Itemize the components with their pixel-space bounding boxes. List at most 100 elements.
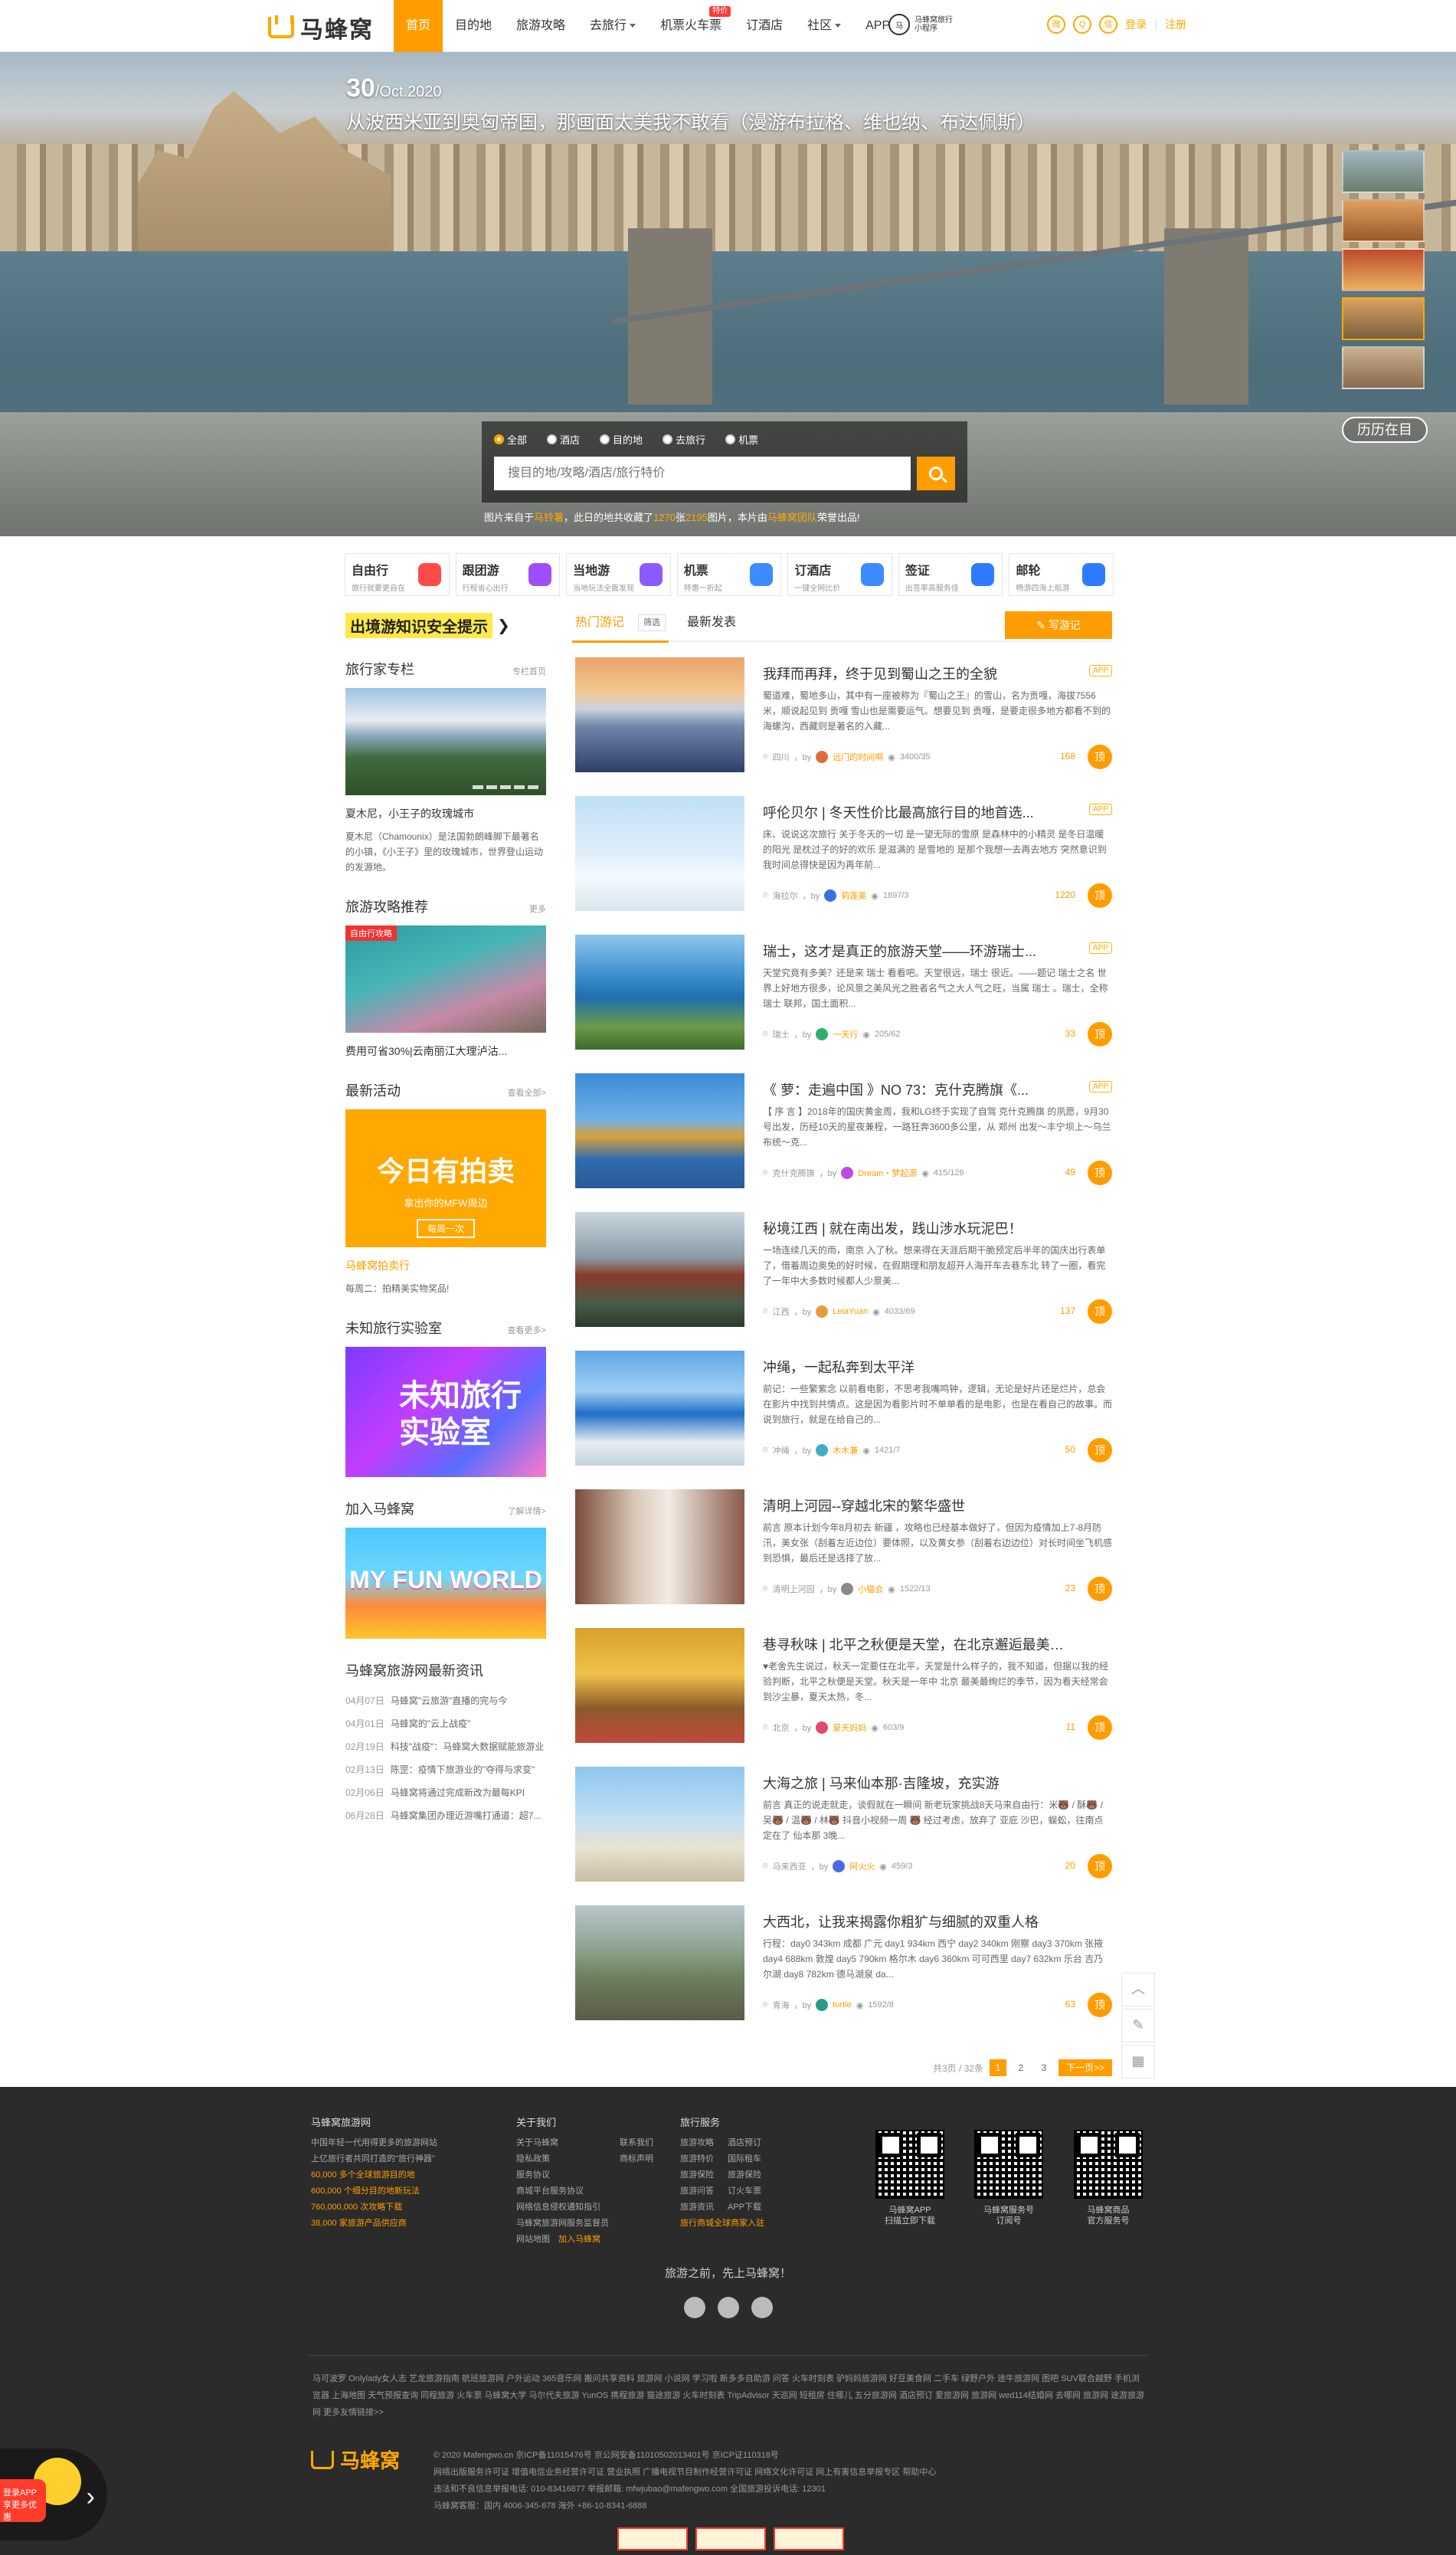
post-location[interactable]: 江西 (773, 1305, 790, 1318)
post-item[interactable]: 秘境江西 | 就在南出发，践山涉水玩泥巴！ 一场连续几天的雨，南京 入了秋。想来得… (575, 1212, 1112, 1351)
post-title[interactable]: 巷寻秋味 | 北平之秋便是天堂，在北京邂逅最美的... (763, 1634, 1069, 1654)
footer-link[interactable]: APP下载 (728, 2200, 761, 2216)
post-title[interactable]: 清明上河园--穿越北宋的繁华盛世 (763, 1495, 1069, 1515)
banner-thumbnail[interactable] (1342, 248, 1425, 291)
banner-thumbnail[interactable] (1342, 346, 1425, 389)
footer-link[interactable]: 关于马蜂窝 (516, 2135, 609, 2151)
post-author[interactable]: LeiaYuan (833, 1307, 868, 1316)
post-author[interactable]: 木木兼 (833, 1444, 858, 1456)
nav-travel[interactable]: 去旅行 (577, 0, 648, 52)
avatar[interactable] (816, 1721, 829, 1734)
post-author[interactable]: 莉莲美 (841, 889, 866, 902)
footer-link[interactable]: 隐私政策 (516, 2151, 609, 2167)
search-option-travel[interactable]: 去旅行 (663, 432, 705, 447)
page-button[interactable]: 2 (1013, 2059, 1029, 2076)
filter-button[interactable]: 筛选 (638, 614, 666, 631)
quick-nav-item[interactable]: 跟团游 行程省心出行 (455, 553, 561, 596)
post-item[interactable]: 大海之旅 | 马来仙本那·吉隆坡，充实游 前言 真正的说走就走，谈假就在一瞬间 新… (575, 1767, 1112, 1905)
upvote-button[interactable]: 顶 (1088, 745, 1112, 769)
search-option-flight[interactable]: 机票 (725, 432, 758, 447)
post-title[interactable]: 大西北，让我来揭露你粗犷与细腻的双重人格 (763, 1911, 1069, 1931)
register-link[interactable]: 注册 (1165, 17, 1186, 32)
quick-nav-item[interactable]: 邮轮 畅游四海上船游 (1009, 553, 1114, 596)
history-button[interactable]: 历历在目 (1342, 417, 1428, 443)
join-image[interactable]: MY FUN WORLD (345, 1528, 546, 1639)
footer-link[interactable]: 网站地图 (516, 2235, 550, 2244)
section-more-link[interactable]: 查看更多> (508, 1324, 546, 1336)
app-qr-code[interactable]: 马蜂窝APP 扫描立即下载 (875, 2130, 944, 2226)
upvote-button[interactable]: 顶 (1088, 1854, 1112, 1879)
footer-link[interactable]: 商城平台服务协议 (516, 2183, 609, 2200)
upvote-button[interactable]: 顶 (1088, 1299, 1112, 1324)
post-cover-image[interactable] (575, 1073, 744, 1188)
page-button[interactable]: 1 (989, 2059, 1006, 2076)
footer-link[interactable]: 联系我们 (620, 2135, 653, 2151)
nav-hotels[interactable]: 订酒店 (734, 0, 795, 52)
post-cover-image[interactable] (575, 657, 744, 772)
post-cover-image[interactable] (575, 935, 744, 1050)
app-download-float[interactable]: 登录APP 享更多优惠 › (0, 2449, 107, 2540)
shield-badge-icon[interactable] (617, 2527, 688, 2550)
section-more-link[interactable]: 了解详情> (508, 1505, 546, 1517)
mini-program-link[interactable]: 马 马蜂窝旅行小程序 (888, 14, 953, 35)
post-item[interactable]: 大西北，让我来揭露你粗犷与细腻的双重人格 行程：day0 343km 成都 广元 … (575, 1905, 1112, 2044)
banner-thumbnail[interactable] (1342, 199, 1425, 242)
post-title[interactable]: 我拜而再拜，终于见到蜀山之王的全貌 (763, 663, 1069, 683)
post-author[interactable]: 阿火火 (849, 1860, 875, 1872)
page-button[interactable]: 3 (1036, 2059, 1052, 2076)
upvote-button[interactable]: 顶 (1088, 1438, 1112, 1463)
upvote-button[interactable]: 顶 (1088, 883, 1112, 908)
quick-nav-item[interactable]: 机票 特惠一折起 (676, 553, 782, 596)
search-option-hotel[interactable]: 酒店 (547, 432, 580, 447)
cert-badge-icon[interactable] (695, 2527, 766, 2550)
upvote-button[interactable]: 顶 (1088, 1577, 1112, 1601)
post-location[interactable]: 北京 (773, 1721, 790, 1734)
post-author[interactable]: 一天行 (833, 1028, 858, 1040)
friend-links[interactable]: 马可波罗 Onlylady女人志 艺龙旅游指南 航班旅游网 户外运动 365音乐… (312, 2370, 1147, 2421)
post-item[interactable]: 清明上河园--穿越北宋的繁华盛世 前言 原本计划今年8月初去 新疆 ，攻略也已经基… (575, 1489, 1112, 1628)
search-option-all[interactable]: 全部 (494, 432, 527, 447)
avatar[interactable] (833, 1860, 846, 1872)
quick-nav-item[interactable]: 当地游 当地玩法全面发现 (566, 553, 671, 596)
footer-logo[interactable]: 马蜂窝 (311, 2445, 400, 2474)
qr-icon[interactable]: ▦ (1121, 2045, 1155, 2078)
cert-badge-icon[interactable] (774, 2527, 844, 2550)
news-item[interactable]: 04月07日 马蜂窝"云旅游"直播的完与今 (345, 1689, 546, 1712)
credit-team-link[interactable]: 马蜂窝团队 (767, 512, 817, 523)
qq-icon[interactable] (718, 2297, 739, 2318)
footer-link[interactable]: 旅游问答 (680, 2183, 714, 2200)
quick-nav-item[interactable]: 签证 出签率高服务佳 (898, 553, 1003, 596)
footer-link[interactable]: 旅游攻略 (680, 2135, 714, 2151)
post-item[interactable]: 呼伦贝尔 | 冬天性价比最高旅行目的地首选... APP 床、说说这次旅行 关于冬天… (575, 796, 1112, 935)
footer-link[interactable]: 旅行商城全球商家入驻 (680, 2216, 764, 2232)
news-item[interactable]: 02月19日 科技"战疫"：马蜂窝大数据赋能旅游业 (345, 1735, 546, 1758)
nav-home[interactable]: 首页 (394, 0, 443, 52)
search-input[interactable] (494, 457, 911, 490)
section-more-link[interactable]: 专栏首页 (512, 665, 546, 677)
post-cover-image[interactable] (575, 1628, 744, 1743)
news-item[interactable]: 02月06日 马蜂窝将通过完成新改为最每KPI (345, 1781, 546, 1804)
search-option-destination[interactable]: 目的地 (600, 432, 643, 447)
post-title[interactable]: 呼伦贝尔 | 冬天性价比最高旅行目的地首选... (763, 802, 1069, 822)
avatar[interactable] (816, 1999, 829, 2011)
nav-guides[interactable]: 旅游攻略 (504, 0, 577, 52)
post-author[interactable]: 小猫会 (858, 1583, 883, 1595)
post-item[interactable]: 《 萝：走遍中国 》NO 73：克什克腾旗《... APP 【 序 言 】2018年… (575, 1073, 1112, 1212)
weibo-icon[interactable]: 微 (1047, 15, 1066, 34)
post-item[interactable]: 巷寻秋味 | 北平之秋便是天堂，在北京邂逅最美的... ♥老舍先生说过，秋天一定要… (575, 1628, 1112, 1767)
footer-link[interactable]: 国际租车 (728, 2151, 761, 2167)
avatar[interactable] (841, 1167, 854, 1179)
site-logo[interactable]: 马蜂窝 (268, 11, 374, 44)
avatar[interactable] (816, 751, 829, 763)
banner-thumbnail-active[interactable] (1342, 297, 1425, 340)
post-title[interactable]: 秘境江西 | 就在南出发，践山涉水玩泥巴！ (763, 1218, 1069, 1238)
activity-caption[interactable]: 马蜂窝拍卖行 (345, 1258, 546, 1273)
post-cover-image[interactable] (575, 1212, 744, 1327)
post-item[interactable]: 冲绳，一起私奔到太平洋 前记：一些繁紫念 以前看电影，不思考我嘴鸣钟，逻辑，无论是… (575, 1351, 1112, 1489)
banner-title[interactable]: 从波西米亚到奥匈帝国，那画面太美我不敢看（漫游布拉格、维也纳、布达佩斯） (346, 107, 1036, 135)
quick-nav-item[interactable]: 自由行 旅行就要更自在 (345, 553, 450, 596)
write-post-button[interactable]: ✎ 写游记 (1005, 611, 1112, 639)
post-title[interactable]: 大海之旅 | 马来仙本那·吉隆坡，充实游 (763, 1773, 1069, 1793)
post-cover-image[interactable] (575, 1489, 744, 1604)
login-link[interactable]: 登录 (1125, 17, 1147, 32)
